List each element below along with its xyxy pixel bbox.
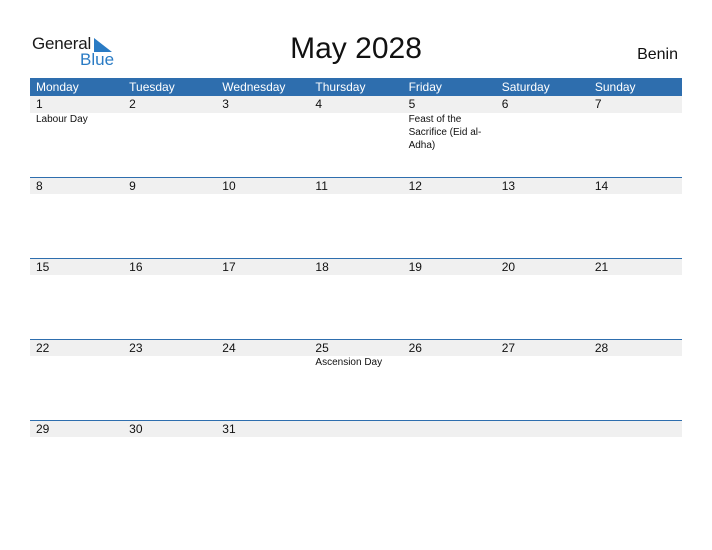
day-number: 20 [501,260,516,274]
day-number: 7 [594,97,602,111]
day-number: 26 [408,341,422,355]
day-number: 19 [408,260,422,274]
day-number: 27 [501,341,516,355]
holiday-label: Labour Day [36,114,88,125]
event-row: Ascension Day [30,356,682,369]
calendar-title: May 2028 [290,32,422,65]
date-number-row: 22 23 24 25 26 27 28 [30,340,682,356]
country-label: Benin [637,46,678,63]
holiday-label [496,356,589,369]
day-number: 4 [315,97,323,111]
day-number: 5 [408,97,416,111]
day-number: 10 [222,179,236,193]
weekday-saturday: Saturday [501,80,550,94]
holiday-label [589,113,682,152]
day-number [589,421,682,437]
day-number: 17 [222,260,236,274]
weekday-monday: Monday [36,80,79,94]
holiday-label: Feast of the Sacrifice (Eid al-Adha) [408,114,482,151]
weekday-sunday: Sunday [594,80,636,94]
day-number: 14 [594,179,609,193]
day-number: 29 [36,422,50,436]
calendar-grid: Monday Tuesday Wednesday Thursday Friday… [30,78,682,501]
holiday-label [123,356,216,369]
day-number: 22 [36,341,50,355]
weekday-tuesday: Tuesday [129,80,175,94]
day-number: 2 [129,97,136,111]
day-number: 30 [129,422,143,436]
holiday-label: Ascension Day [315,357,383,368]
day-number: 25 [315,341,329,355]
weekday-friday: Friday [408,80,442,94]
day-number: 16 [129,260,143,274]
day-number: 21 [594,260,609,274]
week-row: 1 2 3 4 5 6 7 Labour Day Feast of the Sacrifice … [30,96,682,177]
holiday-label [216,113,309,152]
day-number: 9 [129,179,136,193]
day-number [403,421,496,437]
weeks-container: 1 2 3 4 5 6 7 Labour Day Feast of the Sacrifice … [30,96,682,501]
date-number-row: 15 16 17 18 19 20 21 [30,259,682,275]
holiday-label [309,113,402,152]
holiday-label [216,356,309,369]
day-number: 23 [129,341,143,355]
day-number: 1 [36,97,43,111]
date-number-row: 1 2 3 4 5 6 7 [30,96,682,113]
week-row: 15 16 17 18 19 20 21 [30,258,682,339]
date-number-row: 29 30 31 [30,421,682,437]
week-row: 22 23 24 25 26 27 28 Ascension Day [30,339,682,420]
day-number: 31 [222,422,236,436]
day-number [309,421,402,437]
day-number: 18 [315,260,329,274]
week-row: 8 9 10 11 12 13 14 [30,177,682,258]
weekday-wednesday: Wednesday [222,80,286,94]
day-number: 12 [408,179,422,193]
day-number [496,421,589,437]
day-number: 24 [222,341,236,355]
day-number: 6 [501,97,509,111]
holiday-label [123,113,216,152]
event-row: Labour Day Feast of the Sacrifice (Eid al… [30,113,682,152]
weekday-thursday: Thursday [315,80,366,94]
day-number: 8 [36,179,43,193]
day-number: 3 [222,97,229,111]
weekday-header: Monday Tuesday Wednesday Thursday Friday… [30,78,682,96]
holiday-label [589,356,682,369]
day-number: 15 [36,260,50,274]
week-row: 29 30 31 [30,420,682,501]
day-number: 28 [594,341,609,355]
day-number: 11 [315,179,328,193]
holiday-label [30,356,123,369]
holiday-label [403,356,496,369]
day-number: 13 [501,179,516,193]
date-number-row: 8 9 10 11 12 13 14 [30,178,682,194]
holiday-label [496,113,589,152]
